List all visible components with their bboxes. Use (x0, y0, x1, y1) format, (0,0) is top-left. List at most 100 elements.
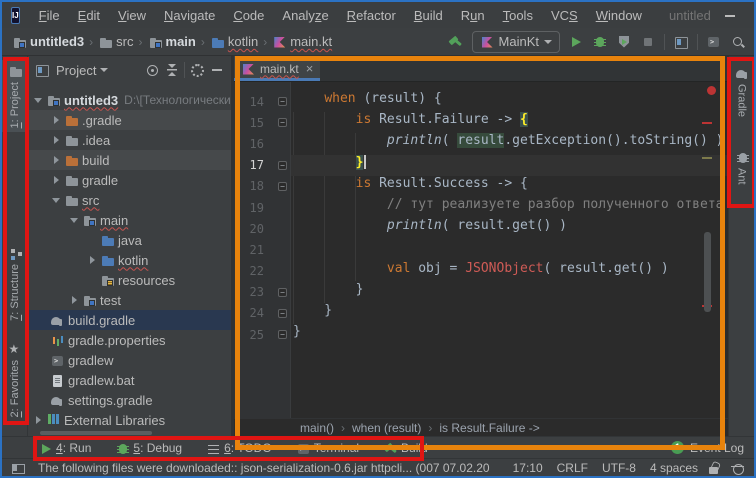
tree-arrow-icon[interactable] (50, 130, 64, 150)
stripe-button-2Favorites[interactable]: 2: Favorites (2, 338, 27, 421)
project-panel-title[interactable]: Project (56, 63, 96, 78)
gear-icon[interactable] (189, 62, 205, 78)
breadcrumb-item-kotlin[interactable]: kotlin (210, 34, 258, 49)
gutter-line-16[interactable]: 16 (234, 133, 290, 154)
close-icon[interactable]: × (306, 61, 314, 76)
gutter-line-20[interactable]: 20 (234, 218, 290, 239)
tree-row-idea[interactable]: .idea (28, 130, 231, 150)
tree-row-ExternalLibraries[interactable]: External Libraries (28, 410, 231, 430)
tree-row-buildgradle[interactable]: build.gradle (28, 310, 231, 330)
gutter-line-24[interactable]: 24− (234, 303, 290, 324)
lock-icon[interactable] (706, 460, 722, 476)
run-anything-icon[interactable] (706, 34, 722, 50)
tool-window-toggle-icon[interactable] (10, 460, 26, 476)
search-everywhere-icon[interactable] (730, 34, 746, 50)
menu-analyze[interactable]: Analyze (273, 8, 337, 23)
menu-file[interactable]: File (30, 8, 69, 23)
hide-panel-icon[interactable] (209, 62, 225, 78)
tree-row-src[interactable]: src (28, 190, 231, 210)
fold-marker-icon[interactable]: − (278, 97, 287, 106)
fold-marker-icon[interactable]: − (278, 330, 287, 339)
editor-gutter[interactable]: 14−15−1617−18−1920212223−24−25− (234, 82, 291, 418)
tree-row-gradleproperties[interactable]: gradle.properties (28, 330, 231, 350)
editor-breadcrumb-item[interactable]: is Result.Failure -> (439, 421, 539, 435)
code-text[interactable]: when (result) { is Result.Failure -> { p… (291, 82, 728, 418)
code-editor[interactable]: 14−15−1617−18−1920212223−24−25− when (re… (234, 82, 728, 418)
line-ending[interactable]: CRLF (557, 461, 588, 475)
tree-arrow-icon[interactable] (68, 290, 82, 310)
locate-file-icon[interactable] (144, 62, 160, 78)
gutter-line-19[interactable]: 19 (234, 197, 290, 218)
tree-arrow-icon[interactable] (50, 190, 64, 210)
menu-run[interactable]: Run (452, 8, 494, 23)
maximize-button[interactable] (749, 3, 756, 27)
toolwindow-button-4Run[interactable]: 4: Run (38, 441, 91, 455)
breadcrumb-item-mainkt[interactable]: main.kt (272, 34, 332, 49)
menu-edit[interactable]: Edit (69, 8, 109, 23)
tree-row-test[interactable]: test (28, 290, 231, 310)
tree-row-build[interactable]: build (28, 150, 231, 170)
collapse-all-icon[interactable] (164, 62, 180, 78)
run-with-coverage-button[interactable] (616, 34, 632, 50)
run-configuration-select[interactable]: MainKt (472, 31, 560, 53)
gutter-line-15[interactable]: 15− (234, 112, 290, 133)
horizontal-scrollbar[interactable] (40, 431, 152, 435)
breadcrumb-item-main[interactable]: main (148, 34, 196, 49)
tab-main-kt[interactable]: main.kt × (234, 56, 320, 81)
tree-row-untitled3[interactable]: untitled3D:\[Технологический (28, 90, 231, 110)
gutter-line-22[interactable]: 22 (234, 261, 290, 282)
menu-build[interactable]: Build (405, 8, 452, 23)
tree-arrow-icon[interactable] (50, 110, 64, 130)
menu-navigate[interactable]: Navigate (155, 8, 224, 23)
menu-tools[interactable]: Tools (494, 8, 542, 23)
gutter-line-25[interactable]: 25− (234, 324, 290, 345)
stop-button[interactable] (640, 34, 656, 50)
tree-row-main[interactable]: main (28, 210, 231, 230)
tree-row-gradlew[interactable]: gradlew (28, 350, 231, 370)
event-log-button[interactable]: 1 Event Log (671, 441, 744, 455)
caret-position[interactable]: 17:10 (513, 461, 543, 475)
inspection-status-icon[interactable] (707, 86, 716, 95)
stripe-button-ant[interactable]: Ant (729, 146, 754, 189)
tree-row-settingsgradle[interactable]: settings.gradle (28, 390, 231, 410)
build-project-icon[interactable] (448, 34, 464, 50)
tree-row-gradle[interactable]: .gradle (28, 110, 231, 130)
toolwindow-button-Terminal[interactable]: Terminal (296, 441, 359, 455)
warning-stripe-mark[interactable] (702, 157, 712, 159)
stripe-button-7Structure[interactable]: 7: Structure (2, 242, 27, 325)
tree-row-gradle[interactable]: gradle (28, 170, 231, 190)
indent-setting[interactable]: 4 spaces (650, 461, 698, 475)
error-stripe-mark[interactable] (702, 122, 712, 124)
tree-arrow-icon[interactable] (32, 90, 46, 110)
gutter-line-17[interactable]: 17− (234, 155, 290, 176)
tree-row-java[interactable]: java (28, 230, 231, 250)
tree-row-kotlin[interactable]: kotlin (28, 250, 231, 270)
gutter-line-21[interactable]: 21 (234, 239, 290, 260)
chevron-down-icon[interactable] (100, 68, 108, 72)
hector-inspections-icon[interactable] (730, 460, 746, 476)
tree-arrow-icon[interactable] (32, 410, 46, 430)
editor-breadcrumb-item[interactable]: when (result) (352, 421, 421, 435)
minimize-button[interactable] (711, 3, 749, 27)
gutter-line-23[interactable]: 23− (234, 282, 290, 303)
stripe-button-gradle[interactable]: Gradle (729, 62, 754, 121)
menu-view[interactable]: View (109, 8, 155, 23)
toolwindow-button-Build[interactable]: Build (383, 441, 428, 455)
menu-vcs[interactable]: VCS (542, 8, 587, 23)
fold-marker-icon[interactable]: − (278, 288, 287, 297)
tree-arrow-icon[interactable] (86, 250, 100, 270)
menu-window[interactable]: Window (587, 8, 651, 23)
project-structure-icon[interactable] (673, 34, 689, 50)
fold-marker-icon[interactable]: − (278, 309, 287, 318)
run-button[interactable] (568, 34, 584, 50)
tree-arrow-icon[interactable] (50, 150, 64, 170)
gutter-line-14[interactable]: 14− (234, 91, 290, 112)
tree-arrow-icon[interactable] (50, 170, 64, 190)
encoding[interactable]: UTF-8 (602, 461, 636, 475)
toolwindow-button-5Debug[interactable]: 5: Debug (115, 441, 182, 455)
stripe-button-1Project[interactable]: 1: Project (2, 60, 27, 132)
tree-arrow-icon[interactable] (68, 210, 82, 230)
tree-row-resources[interactable]: resources (28, 270, 231, 290)
fold-marker-icon[interactable]: − (278, 182, 287, 191)
tree-row-gradlewbat[interactable]: gradlew.bat (28, 370, 231, 390)
